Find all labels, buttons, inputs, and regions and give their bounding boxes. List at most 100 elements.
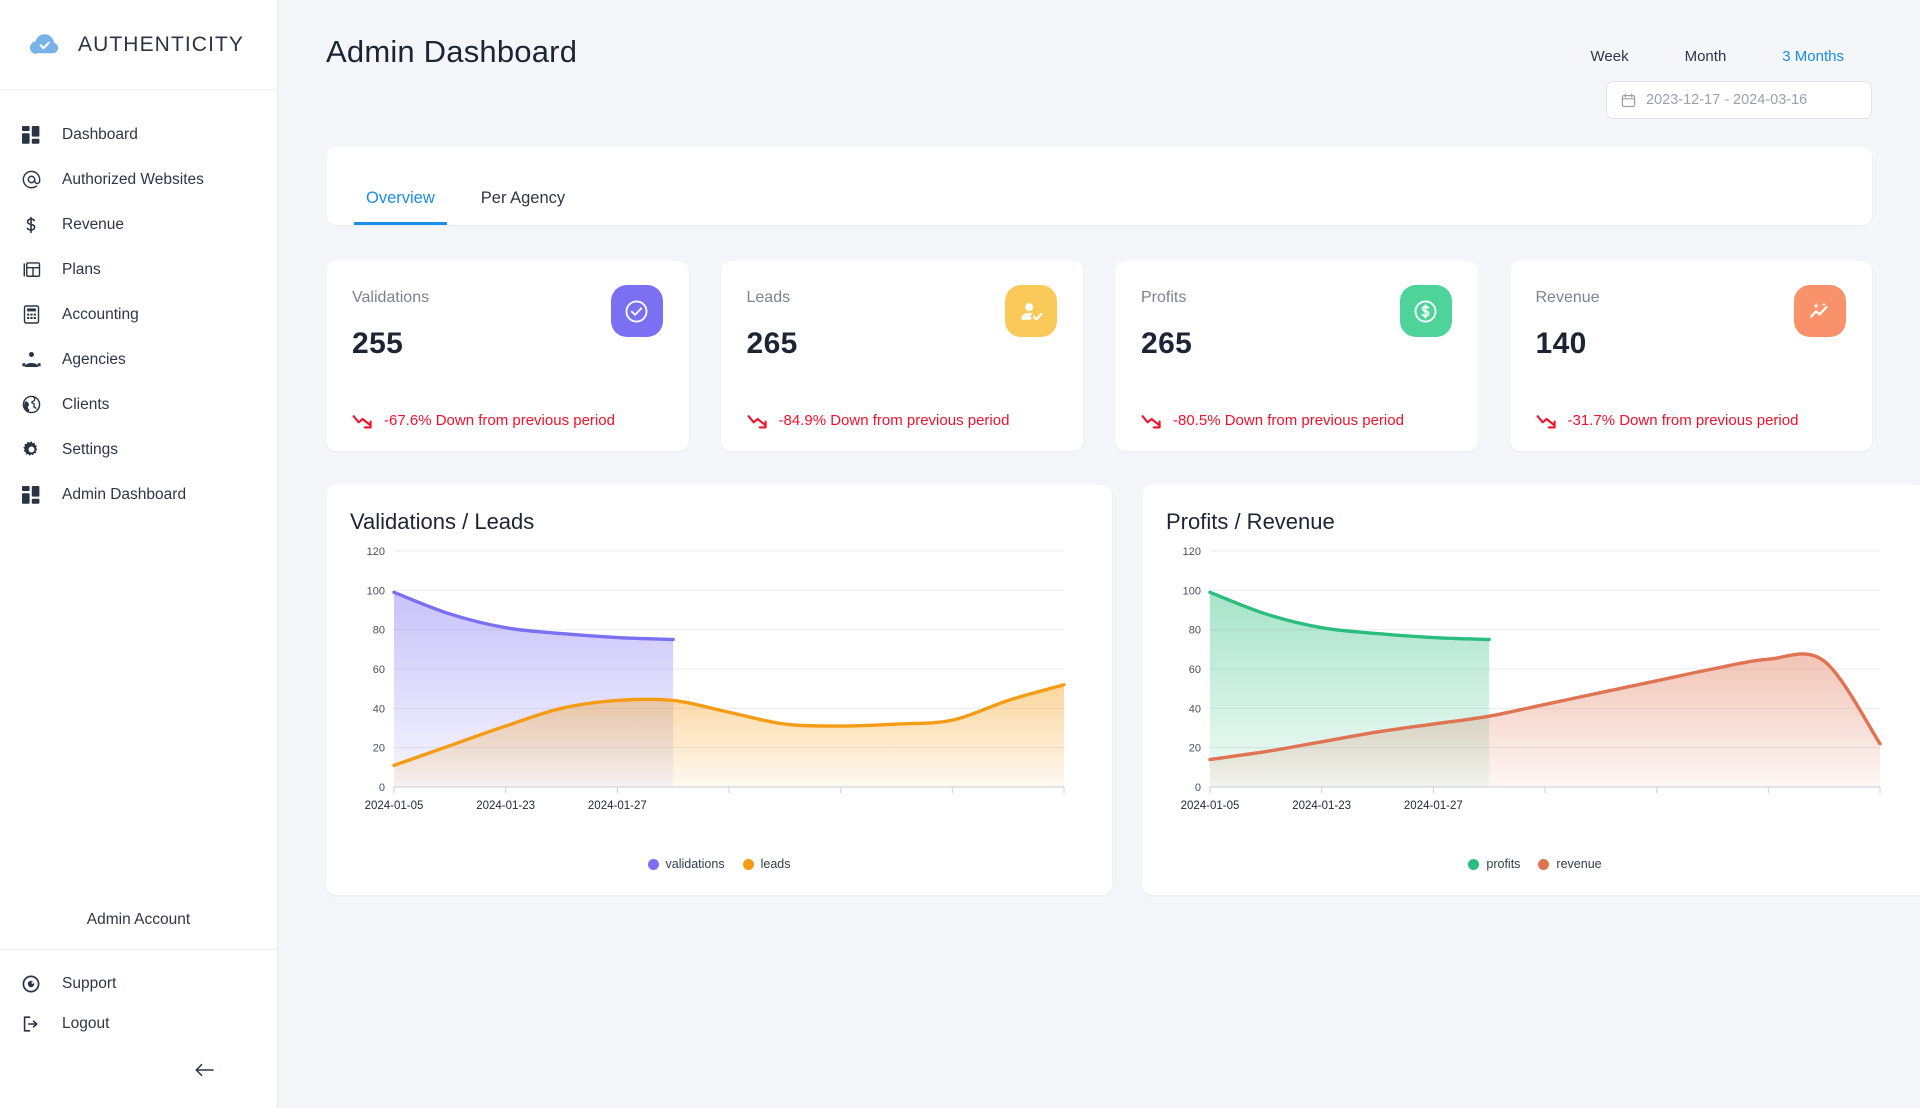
svg-text:2024-01-05: 2024-01-05 — [365, 800, 424, 812]
svg-text:80: 80 — [1189, 625, 1201, 637]
range-tab-3-months[interactable]: 3 Months — [1754, 44, 1872, 69]
svg-text:40: 40 — [1189, 703, 1201, 715]
sidebar-item-authorized-websites[interactable]: Authorized Websites — [0, 157, 277, 202]
sidebar-footer-nav: Support Logout — [0, 950, 277, 1044]
sidebar-item-label: Dashboard — [62, 125, 138, 143]
page-title: Admin Dashboard — [326, 34, 578, 69]
chart-title: Validations / Leads — [350, 509, 535, 534]
svg-text:2024-01-27: 2024-01-27 — [1404, 800, 1463, 812]
check-circle-icon — [610, 285, 663, 337]
tab-per-agency[interactable]: Per Agency — [469, 189, 577, 225]
chart-card-profits-revenue: Profits / Revenue 0 20 40 60 80 100 120 2024-01… — [1142, 485, 1920, 895]
legend-item[interactable]: revenue — [1538, 857, 1602, 871]
chart-canvas-validations-leads: 0 20 40 60 80 100 120 2024-01-05 2024-01-23 2024-… — [365, 546, 1066, 812]
dollar-sign-icon — [20, 214, 42, 236]
svg-text:2024-01-05: 2024-01-05 — [1181, 800, 1240, 812]
stat-card-validations: Validations 255 -67.6% Down from previou… — [326, 261, 689, 451]
tab-group: Overview Per Agency — [354, 189, 577, 225]
sidebar-item-accounting[interactable]: Accounting — [0, 292, 277, 337]
chart-card-validations-leads: Validations / Leads 0 20 40 60 80 100 120 2024-… — [326, 485, 1112, 895]
chart-title: Profits / Revenue — [1166, 509, 1335, 534]
sidebar-item-label: Authorized Websites — [62, 170, 204, 188]
chart-canvas-profits-revenue: 0 20 40 60 80 100 120 2024-01-05 2024-01-23 2024-… — [1181, 546, 1882, 812]
sidebar-item-label: Revenue — [62, 215, 125, 233]
chart-section: Validations / Leads 0 20 40 60 80 100 120 2024-… — [326, 485, 1920, 895]
legend-label: leads — [760, 857, 791, 871]
range-tab-week[interactable]: Week — [1563, 44, 1657, 69]
chart-legend: profits revenue — [1142, 857, 1920, 871]
brand-name: AUTHENTICITY — [78, 32, 245, 56]
sidebar-item-logout[interactable]: Logout — [0, 1004, 277, 1044]
org-chart-icon — [20, 349, 42, 371]
sidebar-item-revenue[interactable]: Revenue — [0, 202, 277, 247]
calendar-icon — [1621, 93, 1636, 108]
lifebuoy-icon — [20, 973, 42, 995]
sidebar-item-settings[interactable]: Settings — [0, 427, 277, 472]
sidebar-item-label: Admin Dashboard — [62, 485, 187, 503]
svg-text:60: 60 — [373, 664, 385, 676]
legend-swatch-icon — [647, 858, 659, 870]
stat-card-delta: -31.7% Down from previous period — [1536, 412, 1799, 429]
sidebar-collapse-button[interactable] — [191, 1058, 217, 1084]
date-range-controls: Week Month 3 Months 2023-12-17 - 2024-03… — [1563, 34, 1872, 119]
stat-card-profits: Profits 265 -80.5% Down from previous pe… — [1115, 261, 1478, 451]
legend-item[interactable]: leads — [742, 857, 791, 871]
stat-card-delta-text: -31.7% Down from previous period — [1567, 412, 1799, 429]
legend-item[interactable]: validations — [647, 857, 725, 871]
sidebar-item-plans[interactable]: Plans — [0, 247, 277, 292]
legend-swatch-icon — [1538, 858, 1550, 870]
legend-swatch-icon — [742, 858, 754, 870]
legend-label: validations — [665, 857, 725, 871]
sidebar-item-label: Logout — [62, 1015, 110, 1032]
logout-arrow-icon — [20, 1013, 42, 1035]
svg-text:0: 0 — [379, 782, 385, 794]
sidebar-item-agencies[interactable]: Agencies — [0, 337, 277, 382]
tab-panel: Overview Per Agency — [326, 147, 1872, 225]
date-range-value: 2023-12-17 - 2024-03-16 — [1646, 92, 1808, 108]
stat-cards: Validations 255 -67.6% Down from previou… — [326, 261, 1872, 451]
sidebar-item-dashboard[interactable]: Dashboard — [0, 112, 277, 157]
stat-card-delta: -80.5% Down from previous period — [1141, 412, 1404, 429]
book-layout-icon — [20, 259, 42, 281]
collapse-row — [0, 1044, 277, 1108]
sparkle-chart-icon — [1794, 285, 1846, 337]
dashboard-grid-icon — [20, 124, 42, 146]
svg-text:80: 80 — [373, 625, 385, 637]
legend-label: revenue — [1556, 857, 1602, 871]
svg-text:100: 100 — [367, 585, 385, 597]
range-tab-month[interactable]: Month — [1657, 44, 1755, 69]
user-check-icon — [1005, 285, 1057, 337]
sidebar-item-admin-dashboard[interactable]: Admin Dashboard — [0, 472, 277, 517]
stat-card-leads: Leads 265 -84.9% Down from previous peri… — [720, 261, 1083, 451]
sidebar-item-label: Support — [62, 975, 117, 992]
globe-icon — [20, 394, 42, 416]
sidebar-nav: Dashboard Authorized Websites Revenue Pl… — [0, 90, 277, 517]
svg-text:120: 120 — [1183, 546, 1201, 558]
trend-down-icon — [1536, 413, 1558, 429]
account-label: Admin Account — [0, 890, 277, 950]
date-range-picker[interactable]: 2023-12-17 - 2024-03-16 — [1606, 81, 1872, 119]
main-content: Admin Dashboard Week Month 3 Months 2023… — [278, 0, 1920, 1108]
sidebar: AUTHENTICITY Dashboard Authorized Websit… — [0, 0, 278, 1108]
range-tab-group: Week Month 3 Months — [1563, 34, 1872, 69]
tab-overview[interactable]: Overview — [354, 189, 447, 225]
svg-text:60: 60 — [1189, 664, 1201, 676]
at-sign-icon — [20, 169, 42, 191]
chart-legend: validations leads — [326, 857, 1112, 871]
dollar-circle-icon — [1399, 285, 1452, 337]
svg-text:100: 100 — [1183, 585, 1201, 597]
svg-text:20: 20 — [1189, 743, 1201, 755]
cloud-check-icon — [26, 27, 62, 63]
svg-text:2024-01-23: 2024-01-23 — [1292, 800, 1351, 812]
sidebar-item-clients[interactable]: Clients — [0, 382, 277, 427]
sidebar-item-support[interactable]: Support — [0, 964, 277, 1004]
brand-logo-area[interactable]: AUTHENTICITY — [0, 0, 277, 90]
stat-card-delta: -67.6% Down from previous period — [352, 412, 615, 429]
svg-text:120: 120 — [367, 546, 385, 558]
legend-swatch-icon — [1468, 858, 1480, 870]
stat-card-delta: -84.9% Down from previous period — [747, 412, 1009, 429]
sidebar-item-label: Settings — [62, 440, 119, 458]
arrow-left-icon — [194, 1061, 215, 1082]
sidebar-item-label: Plans — [62, 260, 101, 278]
legend-item[interactable]: profits — [1468, 857, 1520, 871]
